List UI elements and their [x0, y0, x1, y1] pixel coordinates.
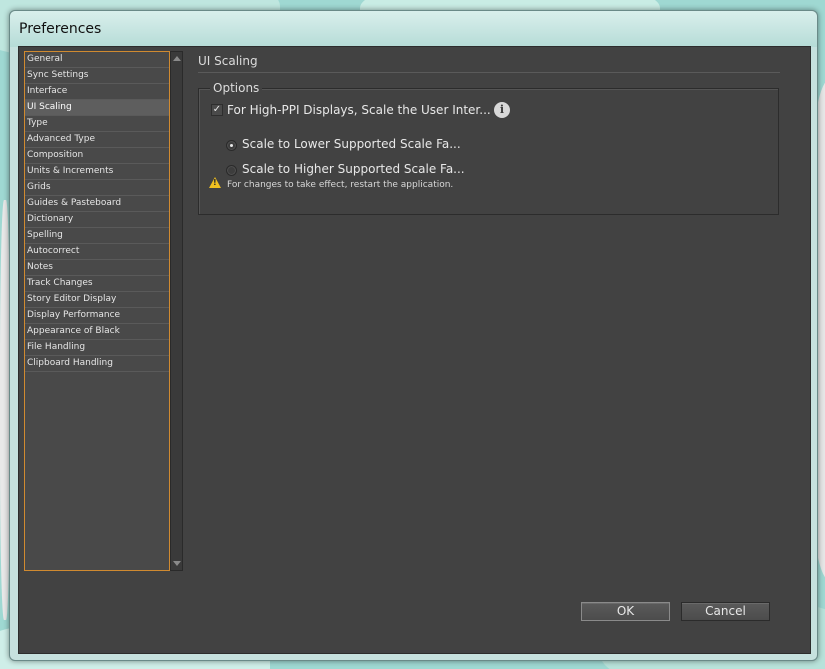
category-item-autocorrect[interactable]: Autocorrect — [25, 244, 169, 260]
category-item-clipboard-handling[interactable]: Clipboard Handling — [25, 356, 169, 372]
category-item-spelling[interactable]: Spelling — [25, 228, 169, 244]
scale-ui-checkbox[interactable]: ✓ — [211, 104, 223, 116]
category-item-composition[interactable]: Composition — [25, 148, 169, 164]
category-item-grids[interactable]: Grids — [25, 180, 169, 196]
category-list[interactable]: General Sync Settings Interface UI Scali… — [24, 51, 170, 571]
category-item-notes[interactable]: Notes — [25, 260, 169, 276]
scroll-up-arrow-icon[interactable] — [173, 56, 181, 61]
scale-lower-radio-label[interactable]: Scale to Lower Supported Scale Fa... — [242, 137, 461, 151]
restart-warning-text: For changes to take effect, restart the … — [227, 180, 454, 190]
category-item-general[interactable]: General — [25, 52, 169, 68]
ok-button[interactable]: OK — [581, 602, 670, 621]
category-item-track-changes[interactable]: Track Changes — [25, 276, 169, 292]
scale-higher-radio-label[interactable]: Scale to Higher Supported Scale Fa... — [242, 162, 465, 176]
scale-ui-checkbox-label[interactable]: For High-PPI Displays, Scale the User In… — [227, 103, 491, 117]
scale-higher-radio[interactable] — [226, 165, 237, 176]
section-divider — [198, 72, 780, 73]
scroll-down-arrow-icon[interactable] — [173, 561, 181, 566]
category-item-story-editor-display[interactable]: Story Editor Display — [25, 292, 169, 308]
category-item-advanced-type[interactable]: Advanced Type — [25, 132, 169, 148]
window-title: Preferences — [19, 21, 102, 37]
title-bar[interactable] — [10, 11, 817, 47]
category-item-type[interactable]: Type — [25, 116, 169, 132]
category-item-file-handling[interactable]: File Handling — [25, 340, 169, 356]
category-item-appearance-of-black[interactable]: Appearance of Black — [25, 324, 169, 340]
category-item-guides-pasteboard[interactable]: Guides & Pasteboard — [25, 196, 169, 212]
options-group-label: Options — [210, 81, 263, 95]
scale-lower-radio[interactable] — [226, 140, 237, 151]
category-item-sync-settings[interactable]: Sync Settings — [25, 68, 169, 84]
warning-icon: ! — [209, 177, 221, 188]
category-item-interface[interactable]: Interface — [25, 84, 169, 100]
section-title: UI Scaling — [198, 54, 258, 68]
category-item-dictionary[interactable]: Dictionary — [25, 212, 169, 228]
category-item-display-performance[interactable]: Display Performance — [25, 308, 169, 324]
category-item-ui-scaling[interactable]: UI Scaling — [25, 100, 169, 116]
category-item-units-increments[interactable]: Units & Increments — [25, 164, 169, 180]
cancel-button[interactable]: Cancel — [681, 602, 770, 621]
category-list-scrollbar[interactable] — [170, 51, 183, 571]
checkmark-icon: ✓ — [212, 104, 222, 115]
info-icon[interactable]: i — [494, 102, 510, 118]
